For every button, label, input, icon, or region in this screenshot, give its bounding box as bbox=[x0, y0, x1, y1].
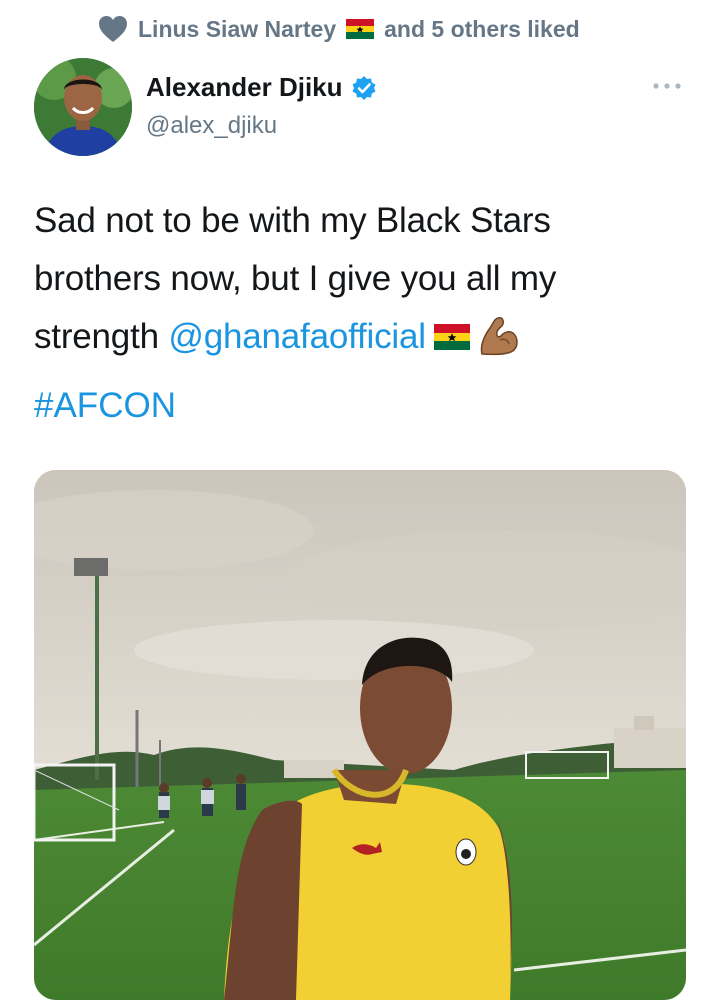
hashtag-link[interactable]: #AFCON bbox=[34, 386, 176, 425]
mention-link[interactable]: @ghanafaofficial bbox=[168, 317, 426, 356]
author-name-text[interactable]: Alexander Djiku bbox=[146, 72, 343, 103]
tweet-text-fragment: strength bbox=[34, 317, 169, 356]
social-context-suffix: and 5 others liked bbox=[384, 15, 580, 42]
ghana-flag-icon bbox=[346, 19, 375, 39]
heart-icon bbox=[98, 15, 128, 43]
avatar[interactable] bbox=[34, 58, 132, 156]
tweet-text-line: Sad not to be with my Black Stars bbox=[34, 201, 551, 240]
tweet-photo[interactable] bbox=[34, 470, 686, 1000]
author-handle[interactable]: @alex_djiku bbox=[146, 112, 277, 140]
ghana-flag-icon bbox=[433, 310, 470, 350]
author-name[interactable]: Alexander Djiku bbox=[146, 72, 377, 103]
tweet-text-line: strength @ghanafaofficial bbox=[34, 308, 684, 366]
tweet-header: Alexander Djiku @alex_djiku bbox=[34, 58, 686, 158]
tweet-text-line: brothers now, but I give you all my bbox=[34, 259, 557, 298]
hashtag-line: #AFCON bbox=[34, 382, 176, 430]
verified-badge-icon bbox=[351, 75, 377, 101]
liker-name[interactable]: Linus Siaw Nartey bbox=[138, 16, 336, 43]
more-options-icon[interactable] bbox=[652, 80, 682, 92]
tweet-text: Sad not to be with my Black Stars brothe… bbox=[34, 192, 684, 366]
flexed-biceps-icon bbox=[476, 316, 520, 356]
social-context[interactable]: Linus Siaw Nartey and 5 others liked bbox=[98, 12, 580, 46]
photo-illustration bbox=[34, 470, 686, 1000]
